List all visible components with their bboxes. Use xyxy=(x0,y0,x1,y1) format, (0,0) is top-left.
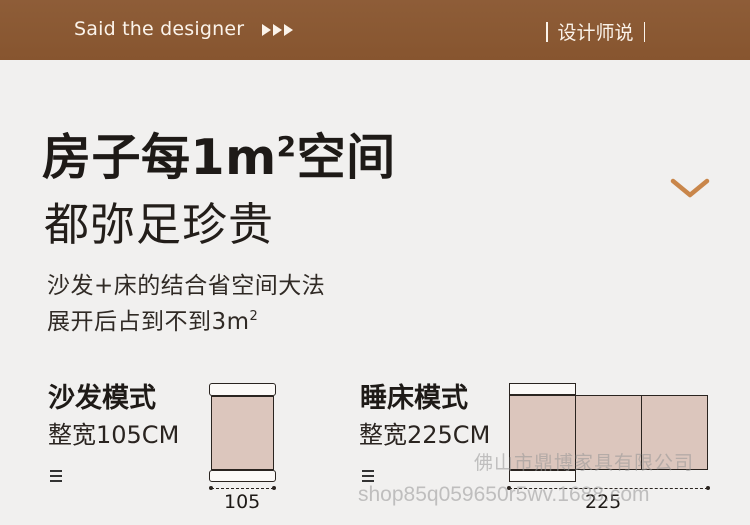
sofa-mode-title: 沙发模式 xyxy=(48,383,156,414)
description-line-1: 沙发+床的结合省空间大法 xyxy=(47,273,326,299)
dimension-endpoint xyxy=(209,486,213,490)
sofa-backrest xyxy=(209,383,276,396)
chevron-down-icon[interactable] xyxy=(670,176,710,200)
header-bar: Said the designer 设计师说 xyxy=(0,0,750,60)
headline-superscript: 2 xyxy=(276,130,297,163)
sofa-seat xyxy=(211,396,274,470)
menu-icon[interactable] xyxy=(362,470,374,482)
sofa-mode-width: 整宽105CM xyxy=(48,421,180,449)
designer-label: Said the designer xyxy=(74,18,245,40)
sofa-dimension-label: 105 xyxy=(224,491,261,513)
dimension-endpoint xyxy=(706,486,710,490)
dimension-endpoint xyxy=(272,486,276,490)
description-line-2: 展开后占到不到3m2 xyxy=(47,302,258,336)
sofa-dimension-line xyxy=(211,488,274,489)
headline-primary: 房子每1m2空间 xyxy=(42,118,396,189)
divider xyxy=(643,21,646,42)
headline-text-end: 空间 xyxy=(296,129,396,186)
bed-mode-title: 睡床模式 xyxy=(360,383,468,414)
watermark-company: 佛山市鼎博家具有限公司 xyxy=(474,453,695,474)
brand-label: 设计师说 xyxy=(546,18,646,45)
divider xyxy=(546,21,548,42)
headline-text: 房子每1m xyxy=(42,129,277,186)
triple-arrow-icon xyxy=(262,24,293,36)
menu-icon[interactable] xyxy=(50,470,62,482)
bed-mode-width: 整宽225CM xyxy=(359,421,491,449)
sofa-front-edge xyxy=(209,470,276,482)
watermark-url: shop85q059650r5wv.1688.com xyxy=(358,483,650,506)
description-superscript: 2 xyxy=(249,309,259,324)
description-text: 展开后占到不到3m xyxy=(47,309,250,335)
brand-text: 设计师说 xyxy=(557,22,634,44)
bed-head-strip xyxy=(509,383,576,395)
headline-secondary: 都弥足珍贵 xyxy=(44,198,275,251)
